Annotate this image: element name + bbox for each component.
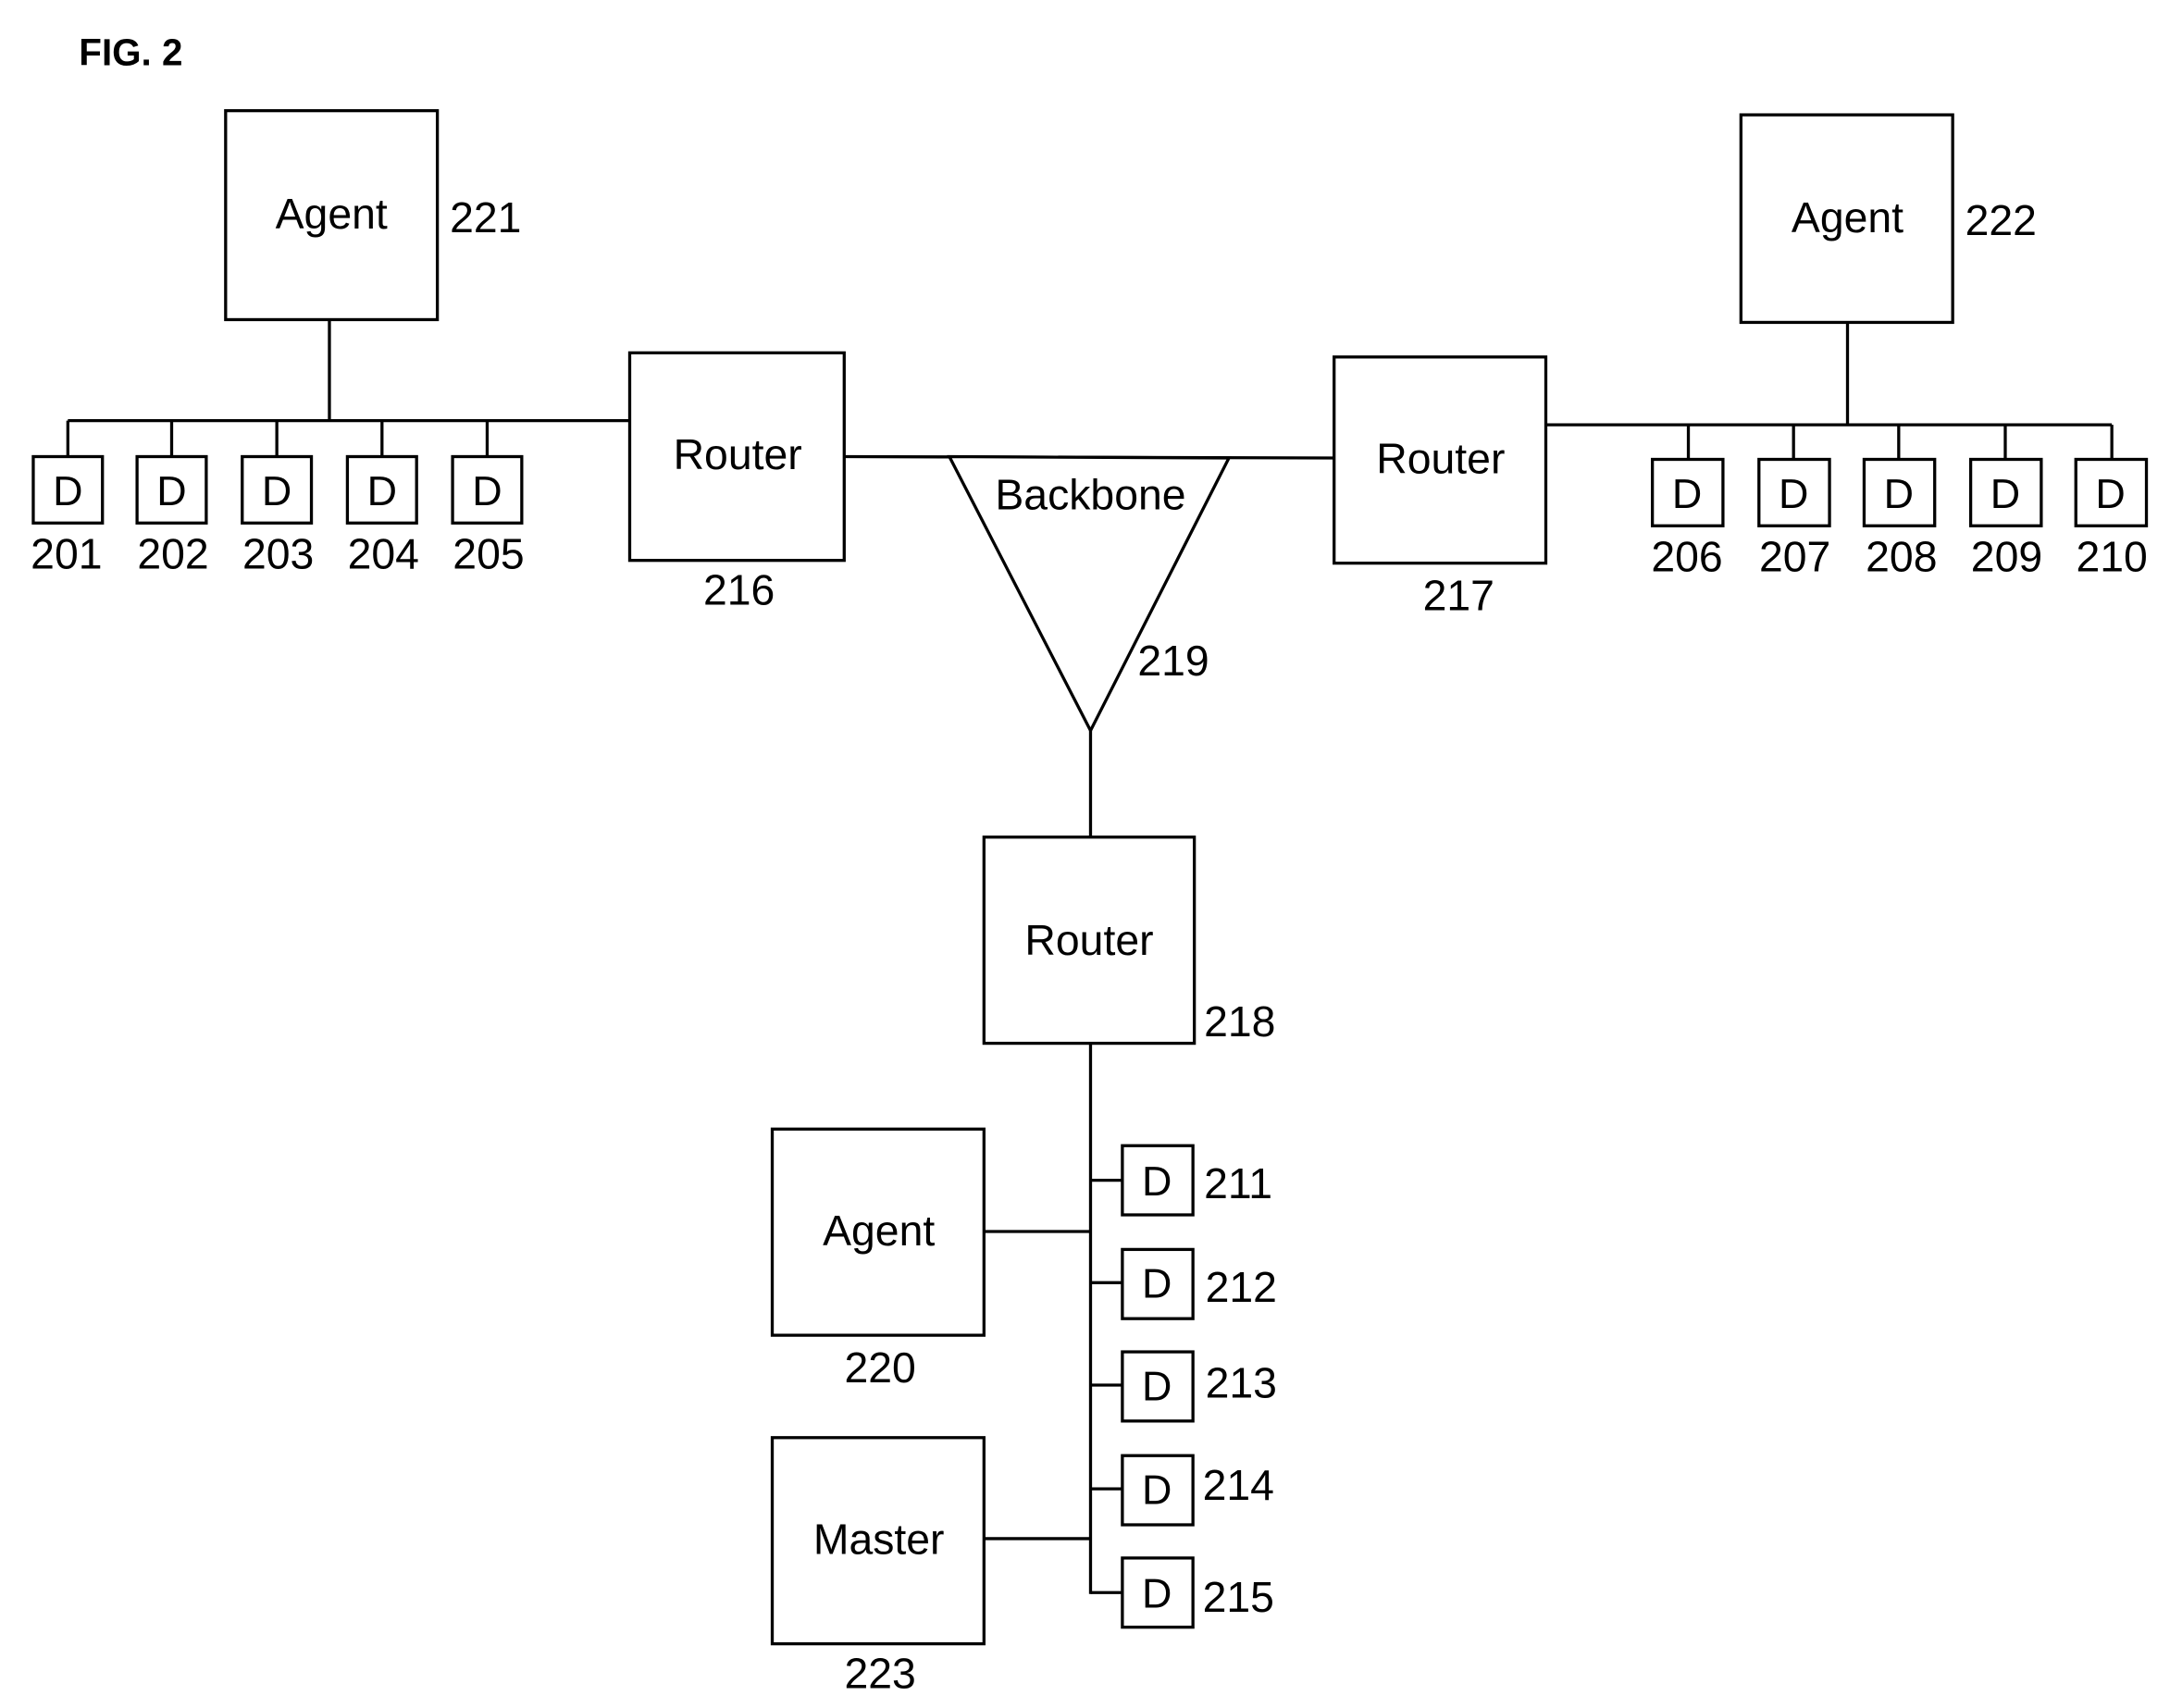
left-devices: D 201 D 202 D 203 D 204 D 205 (31, 420, 525, 578)
device-203-label: D (262, 467, 291, 514)
backbone-219-ref: 219 (1137, 637, 1209, 685)
device-214: D 214 (1090, 1454, 1274, 1527)
device-208-ref: 208 (1866, 533, 1937, 581)
agent-221-label: Agent (276, 190, 388, 238)
device-206-label: D (1672, 470, 1702, 517)
device-211-ref: 211 (1204, 1159, 1272, 1207)
agent-221-ref: 221 (450, 193, 521, 241)
bottom-devices: D 211 D 212 D 213 D 214 D 215 (1090, 1144, 1277, 1629)
figure-title: FIG. 2 (79, 31, 182, 73)
device-213: D 213 (1090, 1350, 1277, 1423)
device-202-label: D (156, 467, 186, 514)
device-207-label: D (1779, 470, 1808, 517)
network-diagram: FIG. 2 Agent 221 D 201 D 202 D 203 D 204 (31, 31, 2149, 1697)
device-209-label: D (1990, 470, 2020, 517)
device-205-label: D (472, 467, 502, 514)
device-215-label: D (1142, 1570, 1172, 1617)
device-202: D 202 (135, 420, 209, 578)
device-204: D 204 (345, 420, 419, 578)
router-218-label: Router (1024, 916, 1153, 964)
backbone-219-label: Backbone (995, 470, 1185, 518)
device-214-ref: 214 (1203, 1461, 1274, 1509)
device-207-ref: 207 (1759, 533, 1830, 581)
right-devices: D 206 D 207 D 208 D 209 D 210 (1650, 425, 2149, 581)
router-216-ref: 216 (703, 566, 775, 614)
device-206: D 206 (1650, 425, 1725, 581)
agent-220-label: Agent (823, 1207, 935, 1255)
device-213-ref: 213 (1206, 1358, 1277, 1406)
router-218-ref: 218 (1204, 997, 1275, 1046)
device-207: D 207 (1757, 425, 1831, 581)
device-201: D 201 (31, 420, 105, 578)
device-209: D 209 (1968, 425, 2043, 581)
device-204-label: D (367, 467, 397, 514)
device-204-ref: 204 (348, 530, 419, 578)
agent-220-ref: 220 (845, 1343, 916, 1392)
device-214-label: D (1142, 1467, 1172, 1514)
device-211-label: D (1142, 1157, 1172, 1205)
device-213-label: D (1142, 1362, 1172, 1409)
device-215: D 215 (1090, 1556, 1274, 1629)
master-223-ref: 223 (845, 1649, 916, 1697)
device-212-ref: 212 (1206, 1263, 1277, 1311)
device-203: D 203 (241, 420, 314, 578)
device-215-ref: 215 (1203, 1573, 1274, 1621)
device-203-ref: 203 (242, 530, 314, 578)
router-217-ref: 217 (1423, 571, 1494, 619)
master-223-label: Master (813, 1515, 945, 1563)
device-209-ref: 209 (1971, 533, 2042, 581)
agent-222-label: Agent (1792, 193, 1903, 241)
agent-222-ref: 222 (1965, 196, 2037, 244)
device-210-ref: 210 (2076, 533, 2147, 581)
device-201-ref: 201 (31, 530, 102, 578)
device-205-ref: 205 (453, 530, 524, 578)
device-206-ref: 206 (1651, 533, 1722, 581)
device-211: D 211 (1090, 1144, 1272, 1217)
device-201-label: D (53, 467, 82, 514)
router-217-label: Router (1376, 434, 1505, 482)
device-210: D 210 (2074, 425, 2149, 581)
device-202-ref: 202 (137, 530, 208, 578)
device-210-label: D (2095, 470, 2125, 517)
device-205: D 205 (451, 420, 525, 578)
device-208: D 208 (1862, 425, 1937, 581)
router-216-label: Router (674, 430, 802, 478)
device-212-label: D (1142, 1260, 1172, 1307)
device-208-label: D (1884, 470, 1914, 517)
device-212: D 212 (1090, 1247, 1277, 1320)
